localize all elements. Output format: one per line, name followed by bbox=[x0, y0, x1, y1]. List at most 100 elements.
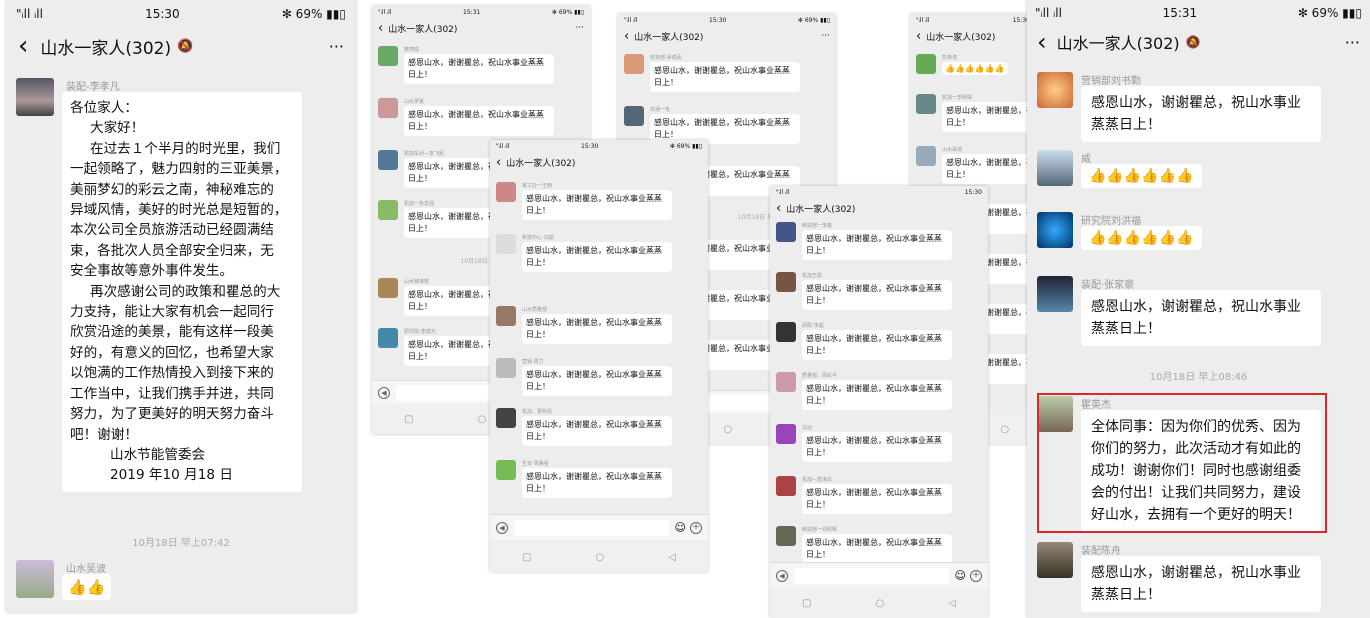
back-icon[interactable]: ‹ bbox=[624, 29, 629, 44]
message-bubble[interactable]: 👍👍 bbox=[62, 574, 112, 600]
message-bubble[interactable]: 感恩山水，谢谢瞿总，祝山水事业蒸蒸日上！ bbox=[522, 314, 672, 344]
status-bar: "ᵢll ᵢll 15:30 ✻ 69% ▮▮▯ bbox=[490, 140, 708, 152]
chat-title[interactable]: 山水一家人(302) bbox=[388, 22, 457, 35]
back-icon[interactable]: ‹ bbox=[916, 29, 921, 44]
more-icon[interactable]: ··· bbox=[1345, 33, 1360, 52]
message-bubble[interactable]: 感恩山水，谢谢瞿总，祝山水事业蒸蒸日上！ bbox=[942, 154, 1036, 184]
avatar[interactable] bbox=[776, 372, 796, 392]
avatar[interactable] bbox=[378, 200, 398, 220]
plus-icon[interactable]: + bbox=[690, 521, 702, 534]
voice-icon[interactable]: ◀ bbox=[496, 521, 508, 534]
message-bubble[interactable]: 感恩山水，谢谢瞿总，祝山水事业蒸蒸日上！ bbox=[802, 534, 952, 564]
recents-icon[interactable]: ▢ bbox=[522, 552, 531, 563]
avatar[interactable] bbox=[16, 560, 54, 598]
message-bubble[interactable]: 感恩山水，谢谢瞿总，祝山水事业蒸蒸日上！ bbox=[522, 366, 672, 396]
message-input[interactable] bbox=[794, 567, 949, 584]
message-bubble[interactable]: 感恩山水，谢谢瞿总，祝山水事业蒸蒸日上！ bbox=[1081, 86, 1321, 142]
back-icon[interactable]: ‹ bbox=[18, 31, 28, 61]
avatar[interactable] bbox=[624, 106, 644, 126]
emoji-icon[interactable]: ☺ bbox=[675, 521, 686, 534]
home-icon[interactable]: ○ bbox=[1000, 424, 1009, 435]
chat-title[interactable]: 山水一家人(302) bbox=[786, 202, 855, 215]
message-bubble[interactable]: 感恩山水，谢谢瞿总，祝山水事业蒸蒸日上！ bbox=[802, 330, 952, 360]
avatar[interactable] bbox=[1037, 72, 1073, 108]
back-nav-icon[interactable]: ◁ bbox=[668, 552, 676, 563]
avatar[interactable] bbox=[1037, 276, 1073, 312]
avatar[interactable] bbox=[378, 150, 398, 170]
text-line: 安全事故等意外事件发生。 bbox=[70, 263, 234, 280]
chat-title[interactable]: 山水一家人(302) bbox=[926, 30, 995, 43]
back-icon[interactable]: ‹ bbox=[1037, 28, 1047, 56]
avatar[interactable] bbox=[378, 328, 398, 348]
message-input[interactable] bbox=[514, 519, 669, 536]
avatar[interactable] bbox=[496, 182, 516, 202]
message-bubble[interactable]: 感恩山水，谢谢瞿总，祝山水事业蒸蒸日上！ bbox=[522, 468, 672, 498]
emoji-icon[interactable]: ☺ bbox=[955, 569, 966, 582]
message-bubble[interactable]: 感恩山水，谢谢瞿总，祝山水事业蒸蒸日上！ bbox=[522, 190, 672, 220]
avatar[interactable] bbox=[496, 408, 516, 428]
recents-icon[interactable]: ▢ bbox=[802, 598, 811, 609]
message-bubble[interactable]: 👍👍👍👍👍👍 bbox=[1081, 164, 1202, 188]
message-bubble[interactable]: 感恩山水，谢谢瞿总，祝山水事业蒸蒸日上！ bbox=[942, 102, 1036, 132]
message-bubble[interactable]: 感恩山水，谢谢瞿总，祝山水事业蒸蒸日上！ bbox=[522, 416, 672, 446]
message-bubble[interactable]: 感恩山水，谢谢瞿总，祝山水事业蒸蒸日上！ bbox=[802, 230, 952, 260]
avatar[interactable] bbox=[916, 146, 936, 166]
avatar[interactable] bbox=[776, 424, 796, 444]
avatar[interactable] bbox=[496, 460, 516, 480]
avatar[interactable] bbox=[1037, 542, 1073, 578]
avatar[interactable] bbox=[378, 98, 398, 118]
chat-title[interactable]: 山水一家人(302) bbox=[1057, 30, 1180, 54]
message-bubble[interactable]: 感恩山水，谢谢瞿总，祝山水事业蒸蒸日上！ bbox=[802, 280, 952, 310]
more-icon[interactable]: ··· bbox=[575, 23, 584, 33]
message-bubble[interactable]: 👍👍👍👍👍👍 bbox=[1081, 226, 1202, 250]
back-icon[interactable]: ‹ bbox=[378, 21, 383, 36]
back-icon[interactable]: ‹ bbox=[496, 155, 501, 170]
message-bubble[interactable]: 感恩山水，谢谢瞿总，祝山水事业蒸蒸日上！ bbox=[802, 432, 952, 462]
home-icon[interactable]: ○ bbox=[478, 414, 487, 425]
avatar[interactable] bbox=[1037, 150, 1073, 186]
message-bubble[interactable]: 感恩山水，谢谢瞿总，祝山水事业蒸蒸日上！ bbox=[1081, 556, 1321, 612]
avatar[interactable] bbox=[776, 476, 796, 496]
message-bubble[interactable]: 感恩山水，谢谢瞿总，祝山水事业蒸蒸日上！ bbox=[404, 54, 554, 84]
back-icon[interactable]: ‹ bbox=[776, 201, 781, 216]
more-icon[interactable]: ··· bbox=[821, 31, 830, 41]
chat-title[interactable]: 山水一家人(302) bbox=[634, 30, 703, 43]
home-icon[interactable]: ○ bbox=[596, 552, 605, 563]
message-bubble[interactable]: 👍👍👍👍👍👍 bbox=[942, 62, 1008, 75]
avatar[interactable] bbox=[1037, 212, 1073, 248]
status-bar: "ᵢll ᵢll 15:31 ✻ 69% ▮▮▯ bbox=[1027, 0, 1370, 26]
message-bubble[interactable]: 感恩山水，谢谢瞿总，祝山水事业蒸蒸日上！ bbox=[802, 484, 952, 514]
back-nav-icon[interactable]: ◁ bbox=[948, 598, 956, 609]
message-bubble[interactable]: 感恩山水，谢谢瞿总，祝山水事业蒸蒸日上！ bbox=[802, 380, 952, 410]
message-bubble[interactable]: 感恩山水，谢谢瞿总，祝山水事业蒸蒸日上！ bbox=[650, 62, 800, 92]
avatar[interactable] bbox=[624, 54, 644, 74]
avatar[interactable] bbox=[378, 278, 398, 298]
message-bubble[interactable]: 各位家人： 大家好！ 在过去１个半月的时光里，我们 一起领略了，魅力四射的三亚美… bbox=[62, 92, 302, 492]
avatar[interactable] bbox=[776, 526, 796, 546]
avatar[interactable] bbox=[378, 46, 398, 66]
avatar[interactable] bbox=[496, 234, 516, 254]
home-icon[interactable]: ○ bbox=[876, 598, 885, 609]
home-icon[interactable]: ○ bbox=[724, 424, 733, 435]
chat-title[interactable]: 山水一家人(302) bbox=[40, 34, 171, 59]
more-icon[interactable]: ··· bbox=[329, 37, 344, 56]
avatar[interactable] bbox=[776, 272, 796, 292]
message: 家工办一王雨 感恩山水，谢谢瞿总，祝山水事业蒸蒸日上！ bbox=[496, 182, 672, 220]
recents-icon[interactable]: ▢ bbox=[404, 414, 413, 425]
avatar[interactable] bbox=[916, 54, 936, 74]
avatar[interactable] bbox=[16, 78, 54, 116]
message-bubble[interactable]: 感恩山水，谢谢瞿总，祝山水事业蒸蒸日上！ bbox=[522, 242, 672, 272]
plus-icon[interactable]: + bbox=[970, 569, 982, 582]
avatar[interactable] bbox=[496, 306, 516, 326]
sender-name: 质量部，周彩平 bbox=[802, 373, 838, 379]
sender-name: 营销·周力 bbox=[522, 359, 544, 365]
voice-icon[interactable]: ◀ bbox=[378, 386, 390, 399]
message-bubble[interactable]: 感恩山水，谢谢瞿总，祝山水事业蒸蒸日上！ bbox=[404, 106, 554, 136]
message-bubble[interactable]: 感恩山水，谢谢瞿总，祝山水事业蒸蒸日上！ bbox=[1081, 290, 1321, 346]
avatar[interactable] bbox=[496, 358, 516, 378]
avatar[interactable] bbox=[776, 322, 796, 342]
avatar[interactable] bbox=[916, 94, 936, 114]
voice-icon[interactable]: ◀ bbox=[776, 569, 788, 582]
avatar[interactable] bbox=[776, 222, 796, 242]
chat-title[interactable]: 山水一家人(302) bbox=[506, 156, 575, 169]
